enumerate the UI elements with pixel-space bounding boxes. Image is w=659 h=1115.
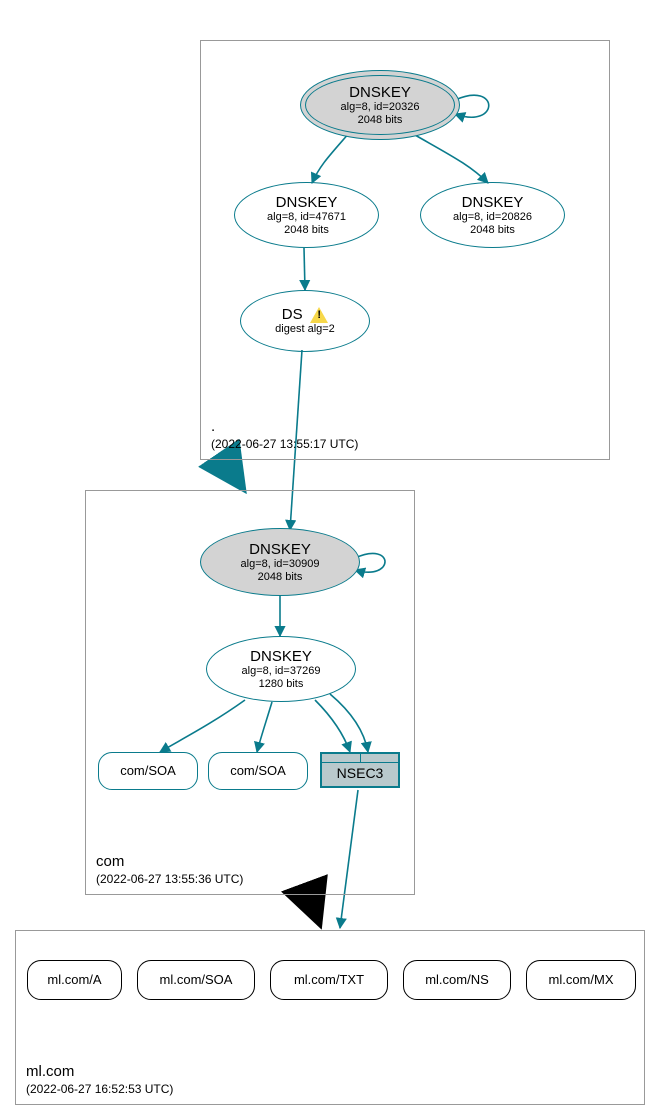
zone-com-ts: (2022-06-27 13:55:36 UTC) bbox=[96, 872, 243, 886]
node-com-soa1: com/SOA bbox=[98, 752, 198, 790]
com-zsk-bits: 1280 bits bbox=[259, 678, 304, 691]
ml-a-label: ml.com/A bbox=[47, 973, 101, 988]
node-root-zsk2: DNSKEY alg=8, id=20826 2048 bits bbox=[420, 182, 565, 248]
node-nsec3: NSEC3 bbox=[320, 752, 400, 788]
zone-mlcom: ml.com (2022-06-27 16:52:53 UTC) bbox=[15, 930, 645, 1105]
com-soa2-label: com/SOA bbox=[230, 764, 286, 779]
root-zsk1-bits: 2048 bits bbox=[284, 224, 329, 237]
node-root-ds: DS digest alg=2 bbox=[240, 290, 370, 352]
node-com-ksk: DNSKEY alg=8, id=30909 2048 bits bbox=[200, 528, 360, 596]
nsec3-label: NSEC3 bbox=[337, 765, 384, 781]
root-zsk2-alg: alg=8, id=20826 bbox=[453, 211, 532, 224]
root-ksk-alg: alg=8, id=20326 bbox=[341, 101, 420, 114]
zone-com-name: com bbox=[96, 853, 243, 870]
node-ml-ns: ml.com/NS bbox=[403, 960, 511, 1000]
com-zsk-alg: alg=8, id=37269 bbox=[242, 665, 321, 678]
zone-mlcom-name: ml.com bbox=[26, 1063, 173, 1080]
root-ksk-title: DNSKEY bbox=[349, 84, 411, 101]
zone-com-label: com (2022-06-27 13:55:36 UTC) bbox=[96, 853, 243, 886]
com-ksk-bits: 2048 bits bbox=[258, 571, 303, 584]
dnssec-diagram: . (2022-06-27 13:55:17 UTC) com (2022-06… bbox=[0, 0, 659, 1115]
zone-mlcom-ts: (2022-06-27 16:52:53 UTC) bbox=[26, 1082, 173, 1096]
root-ksk-bits: 2048 bits bbox=[358, 114, 403, 127]
node-ml-soa: ml.com/SOA bbox=[137, 960, 255, 1000]
ml-mx-label: ml.com/MX bbox=[549, 973, 614, 988]
node-com-soa2: com/SOA bbox=[208, 752, 308, 790]
node-root-ksk: DNSKEY alg=8, id=20326 2048 bits bbox=[300, 70, 460, 140]
node-ml-mx: ml.com/MX bbox=[526, 960, 636, 1000]
node-ml-a: ml.com/A bbox=[27, 960, 122, 1000]
com-soa1-label: com/SOA bbox=[120, 764, 176, 779]
com-ksk-title: DNSKEY bbox=[249, 541, 311, 558]
root-zsk2-bits: 2048 bits bbox=[470, 224, 515, 237]
ds-alg: digest alg=2 bbox=[275, 323, 335, 336]
zone-root-ts: (2022-06-27 13:55:17 UTC) bbox=[211, 437, 358, 451]
ml-ns-label: ml.com/NS bbox=[425, 973, 489, 988]
ds-title: DS bbox=[282, 306, 303, 323]
ml-txt-label: ml.com/TXT bbox=[294, 973, 364, 988]
root-zsk1-title: DNSKEY bbox=[276, 194, 338, 211]
zone-root-label: . (2022-06-27 13:55:17 UTC) bbox=[211, 418, 358, 451]
com-ksk-alg: alg=8, id=30909 bbox=[241, 558, 320, 571]
root-zsk1-alg: alg=8, id=47671 bbox=[267, 211, 346, 224]
ml-soa-label: ml.com/SOA bbox=[160, 973, 233, 988]
ds-title-row: DS bbox=[282, 306, 328, 324]
nsec3-mid-divider bbox=[360, 754, 361, 762]
node-ml-txt: ml.com/TXT bbox=[270, 960, 388, 1000]
zone-mlcom-label: ml.com (2022-06-27 16:52:53 UTC) bbox=[26, 1063, 173, 1096]
zone-root-name: . bbox=[211, 418, 358, 435]
root-zsk2-title: DNSKEY bbox=[462, 194, 524, 211]
node-root-zsk1: DNSKEY alg=8, id=47671 2048 bits bbox=[234, 182, 379, 248]
node-com-zsk: DNSKEY alg=8, id=37269 1280 bits bbox=[206, 636, 356, 702]
com-zsk-title: DNSKEY bbox=[250, 648, 312, 665]
warning-icon bbox=[310, 307, 328, 323]
